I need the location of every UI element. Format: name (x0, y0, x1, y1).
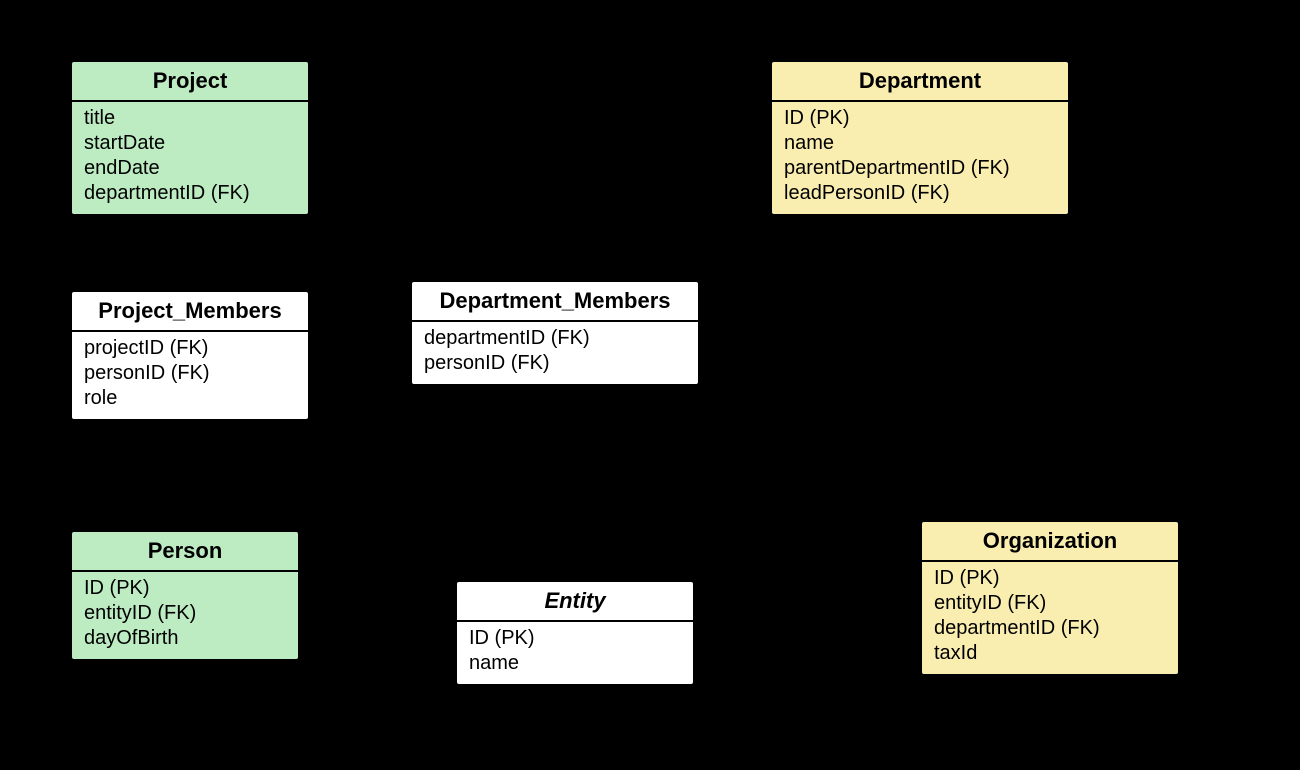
entity-attr: startDate (84, 131, 296, 156)
entity-attrs: ID (PK) entityID (FK) dayOfBirth (72, 572, 298, 659)
entity-attr: entityID (FK) (934, 591, 1166, 616)
entity-attr: ID (PK) (934, 566, 1166, 591)
entity-attrs: ID (PK) name (457, 622, 693, 684)
entity-entity: Entity ID (PK) name (455, 580, 695, 686)
entity-organization: Organization ID (PK) entityID (FK) depar… (920, 520, 1180, 676)
entity-department-members: Department_Members departmentID (FK) per… (410, 280, 700, 386)
entity-attr: projectID (FK) (84, 336, 296, 361)
entity-title: Project_Members (72, 292, 308, 332)
entity-attr: endDate (84, 156, 296, 181)
entity-attr: role (84, 386, 296, 411)
entity-attr: leadPersonID (FK) (784, 181, 1056, 206)
entity-attr: entityID (FK) (84, 601, 286, 626)
entity-attr: departmentID (FK) (424, 326, 686, 351)
entity-attrs: departmentID (FK) personID (FK) (412, 322, 698, 384)
entity-title: Entity (457, 582, 693, 622)
entity-attr: title (84, 106, 296, 131)
entity-project-members: Project_Members projectID (FK) personID … (70, 290, 310, 421)
entity-attr: ID (PK) (84, 576, 286, 601)
entity-attr: personID (FK) (424, 351, 686, 376)
entity-title: Person (72, 532, 298, 572)
entity-attr: personID (FK) (84, 361, 296, 386)
entity-attr: ID (PK) (784, 106, 1056, 131)
entity-attrs: title startDate endDate departmentID (FK… (72, 102, 308, 214)
entity-attrs: projectID (FK) personID (FK) role (72, 332, 308, 419)
entity-attr: dayOfBirth (84, 626, 286, 651)
entity-attr: name (469, 651, 681, 676)
entity-attr: parentDepartmentID (FK) (784, 156, 1056, 181)
entity-attr: ID (PK) (469, 626, 681, 651)
entity-department: Department ID (PK) name parentDepartment… (770, 60, 1070, 216)
entity-person: Person ID (PK) entityID (FK) dayOfBirth (70, 530, 300, 661)
entity-title: Department (772, 62, 1068, 102)
er-diagram-canvas: Project title startDate endDate departme… (0, 0, 1300, 770)
entity-attrs: ID (PK) entityID (FK) departmentID (FK) … (922, 562, 1178, 674)
entity-attr: departmentID (FK) (934, 616, 1166, 641)
entity-attr: name (784, 131, 1056, 156)
entity-attrs: ID (PK) name parentDepartmentID (FK) lea… (772, 102, 1068, 214)
entity-attr: departmentID (FK) (84, 181, 296, 206)
entity-title: Department_Members (412, 282, 698, 322)
entity-title: Project (72, 62, 308, 102)
entity-title: Organization (922, 522, 1178, 562)
entity-attr: taxId (934, 641, 1166, 666)
entity-project: Project title startDate endDate departme… (70, 60, 310, 216)
